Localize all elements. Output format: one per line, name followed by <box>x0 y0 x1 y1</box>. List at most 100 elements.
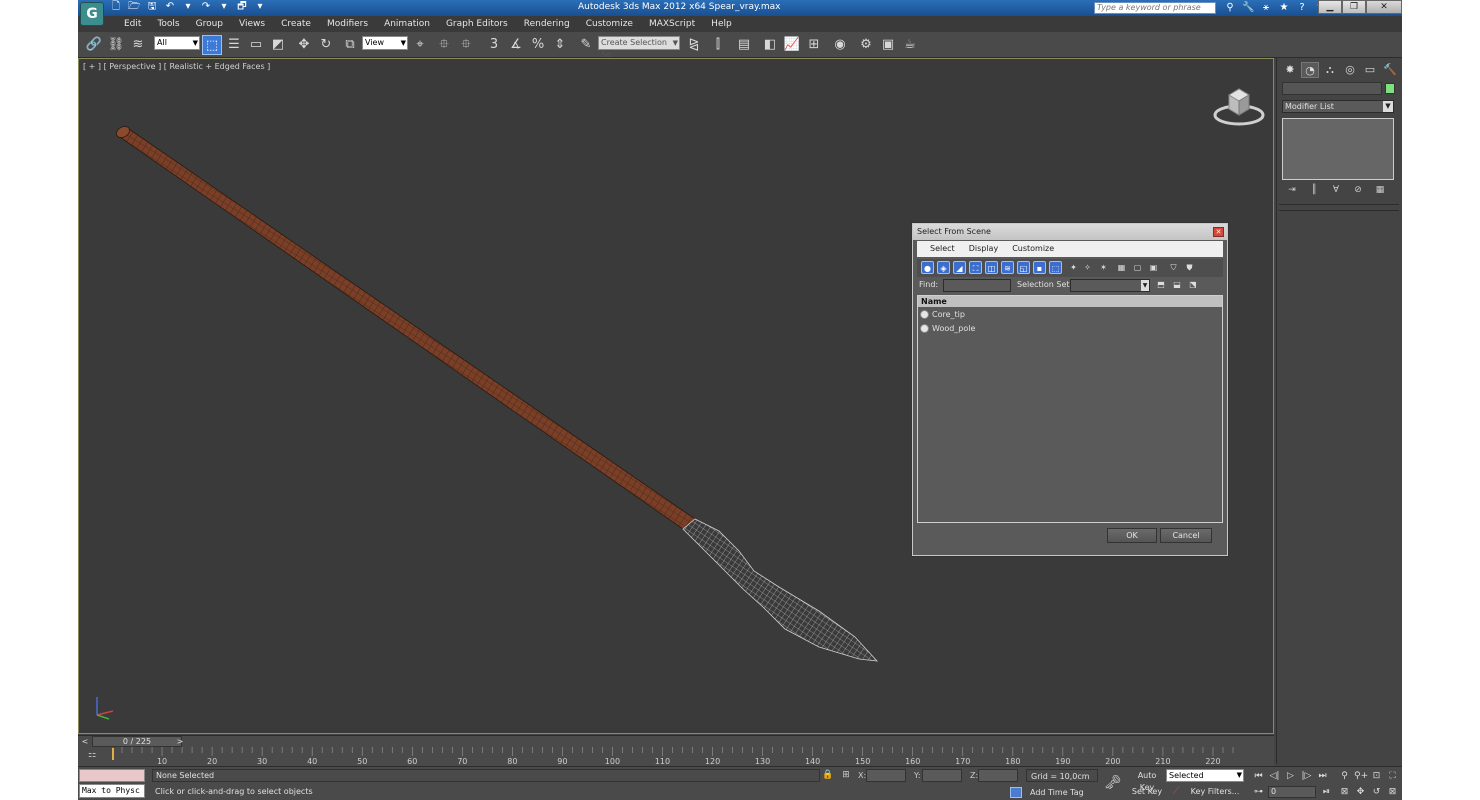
object-color-swatch[interactable] <box>1385 83 1395 94</box>
reference-coordinate-dropdown[interactable]: View ▼ <box>362 36 408 50</box>
graphite-ribbon-icon[interactable]: ◧ <box>760 35 780 55</box>
application-button[interactable]: G <box>80 2 104 26</box>
redo-dropdown-icon[interactable]: ▾ <box>218 1 230 13</box>
current-frame-marker[interactable] <box>112 748 114 760</box>
previous-key-icon[interactable]: ◁| <box>1268 770 1281 782</box>
modifier-stack-list[interactable] <box>1282 118 1394 180</box>
render-production-icon[interactable]: ☕ <box>900 35 920 55</box>
zoom-all-icon[interactable]: ⚲+ <box>1354 770 1368 782</box>
subscription-icon[interactable]: 🔧 <box>1242 1 1254 14</box>
maximize-viewport-icon[interactable]: ⊠ <box>1386 786 1399 798</box>
percent-snap-icon[interactable]: % <box>528 35 548 55</box>
z-coordinate-field[interactable] <box>978 769 1018 782</box>
project-folder-icon[interactable]: 🗗 <box>236 1 248 13</box>
wood-pole-mesh[interactable] <box>114 124 696 530</box>
key-mode-dropdown[interactable]: Selected ▼ <box>1166 769 1244 782</box>
pin-stack-icon[interactable]: ⇥ <box>1285 184 1299 196</box>
display-lights-icon[interactable]: ◢ <box>953 261 966 274</box>
dialog-menu-select[interactable]: Select <box>923 241 962 257</box>
show-end-result-icon[interactable]: ║ <box>1307 184 1321 196</box>
ok-button[interactable]: OK <box>1107 528 1157 543</box>
mini-curve-editor-icon[interactable]: ⚏ <box>84 750 100 762</box>
configure-modifier-sets-icon[interactable]: ▦ <box>1373 184 1387 196</box>
minimize-button[interactable]: ▁ <box>1318 0 1342 14</box>
rotate-icon[interactable]: ↻ <box>316 35 336 55</box>
create-tab-icon[interactable]: ✸ <box>1281 62 1299 78</box>
selection-filter-dropdown[interactable]: All ▼ <box>154 36 200 50</box>
cancel-button[interactable]: Cancel <box>1160 528 1212 543</box>
modify-tab-icon[interactable]: ◔ <box>1301 62 1319 78</box>
scale-icon[interactable]: ⧉ <box>340 35 360 55</box>
maxscript-input[interactable]: Max to Physc <box>79 784 145 798</box>
hierarchy-tab-icon[interactable]: ⛬ <box>1321 62 1339 78</box>
display-cameras-icon[interactable]: ⛶ <box>969 261 982 274</box>
selection-lock-icon[interactable]: 🔒 <box>822 770 834 782</box>
time-slider-thumb[interactable]: 0 / 225 <box>92 736 182 747</box>
utilities-tab-icon[interactable]: 🔨 <box>1381 62 1399 78</box>
selection-set-dropdown[interactable]: ▼ <box>1070 279 1150 292</box>
remove-modifier-icon[interactable]: ⊘ <box>1351 184 1365 196</box>
orbit-icon[interactable]: ↺ <box>1370 786 1383 798</box>
display-spacewarps-icon[interactable]: ≋ <box>1001 261 1014 274</box>
y-coordinate-field[interactable] <box>922 769 962 782</box>
find-input[interactable] <box>943 279 1011 292</box>
menu-help[interactable]: Help <box>703 16 740 32</box>
keyboard-shortcut-override-icon[interactable]: ⯐ <box>456 35 476 55</box>
display-bones-icon[interactable]: ⬚ <box>1049 261 1062 274</box>
next-frame-button[interactable]: > <box>174 736 186 747</box>
menu-rendering[interactable]: Rendering <box>516 16 578 32</box>
window-crossing-icon[interactable]: ◩ <box>268 35 288 55</box>
key-mode-toggle-icon[interactable]: ⊶ <box>1252 786 1265 798</box>
viewcube-icon[interactable] <box>1211 81 1267 127</box>
go-to-end-icon[interactable]: ⏭ <box>1316 770 1329 782</box>
selection-set-remove-icon[interactable]: ⬓ <box>1171 279 1183 291</box>
menu-tools[interactable]: Tools <box>149 16 187 32</box>
zoom-extents-all-icon[interactable]: ⛶ <box>1386 770 1399 782</box>
snaps-toggle-icon[interactable]: 3 <box>484 35 504 55</box>
display-groups-icon[interactable]: ◱ <box>1017 261 1030 274</box>
zoom-icon[interactable]: ⚲ <box>1338 770 1351 782</box>
menu-customize[interactable]: Customize <box>578 16 641 32</box>
save-file-icon[interactable]: 🖫 <box>146 1 158 13</box>
binoculars-search-icon[interactable]: ⚲ <box>1224 1 1236 14</box>
selection-set-add-icon[interactable]: ⬒ <box>1155 279 1167 291</box>
open-file-icon[interactable]: 🗁 <box>128 1 140 13</box>
maximize-button[interactable]: ❐ <box>1342 0 1366 14</box>
menu-modifiers[interactable]: Modifiers <box>319 16 376 32</box>
list-item[interactable]: Core_tip <box>918 308 1222 321</box>
dialog-close-button[interactable]: ✕ <box>1213 227 1224 237</box>
display-helpers-icon[interactable]: ◫ <box>985 261 998 274</box>
current-frame-field[interactable]: 0 <box>1268 786 1316 798</box>
undo-icon[interactable]: ↶ <box>164 1 176 13</box>
rectangular-region-icon[interactable]: ▭ <box>246 35 266 55</box>
core-tip-mesh[interactable] <box>682 518 879 662</box>
select-invert-icon[interactable]: ▣ <box>1147 261 1160 274</box>
menu-group[interactable]: Group <box>188 16 231 32</box>
track-bar[interactable]: ⚏ 10 20 30 40 50 60 70 80 90 100 110 120 130 140 150 16… <box>78 747 1274 766</box>
absolute-mode-icon[interactable]: ⊞ <box>840 770 852 782</box>
display-xrefs-icon[interactable]: ▪ <box>1033 261 1046 274</box>
link-icon[interactable]: 🔗 <box>84 35 104 55</box>
move-icon[interactable]: ✥ <box>294 35 314 55</box>
display-hidden-icon[interactable]: ✶ <box>1097 261 1110 274</box>
motion-tab-icon[interactable]: ◎ <box>1341 62 1359 78</box>
time-slider[interactable]: < 0 / 225 > <box>78 735 1274 747</box>
material-editor-icon[interactable]: ◉ <box>830 35 850 55</box>
schematic-view-icon[interactable]: ⊞ <box>804 35 824 55</box>
undo-dropdown-icon[interactable]: ▾ <box>182 1 194 13</box>
display-frozen-icon[interactable]: ✧ <box>1081 261 1094 274</box>
modifier-list-dropdown[interactable]: Modifier List ▼ <box>1282 100 1394 113</box>
close-button[interactable]: ✕ <box>1366 0 1402 14</box>
key-filters-button[interactable]: Key Filters... <box>1186 785 1244 798</box>
render-setup-icon[interactable]: ⚙ <box>856 35 876 55</box>
select-object-button[interactable]: ⬚ <box>202 35 222 55</box>
viewport-label-menu[interactable]: [ + ] [ Perspective ] [ Realistic + Edge… <box>83 62 270 71</box>
add-time-tag-button[interactable]: Add Time Tag <box>1030 787 1084 798</box>
next-key-icon[interactable]: |▷ <box>1300 770 1313 782</box>
spinner-snap-icon[interactable]: ⇕ <box>550 35 570 55</box>
go-to-start-icon[interactable]: ⏮ <box>1252 770 1265 782</box>
scene-object-list[interactable]: Name Core_tip Wood_pole <box>917 295 1223 523</box>
mirror-icon[interactable]: ⧎ <box>684 35 704 55</box>
select-all-icon[interactable]: ▦ <box>1115 261 1128 274</box>
time-configuration-icon[interactable]: ⏯ <box>1320 786 1333 798</box>
